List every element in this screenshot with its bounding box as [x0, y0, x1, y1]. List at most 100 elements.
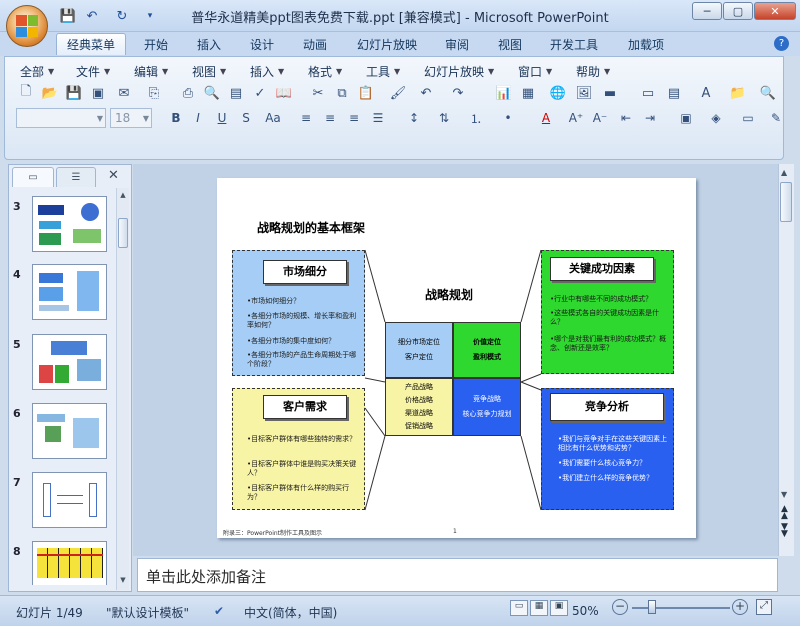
menu-format[interactable]: 格式 ▼ — [308, 63, 342, 80]
slide-thumbnail-6[interactable] — [32, 403, 107, 459]
normal-view-icon[interactable]: ▭ — [510, 600, 528, 616]
tab-view[interactable]: 视图 — [488, 33, 532, 55]
copy-icon[interactable]: ⧉ — [332, 82, 352, 104]
color-grayscale-icon[interactable]: ▤ — [226, 82, 246, 104]
menu-all[interactable]: 全部 ▼ — [20, 63, 54, 80]
decrease-indent-icon[interactable]: ⇤ — [616, 108, 636, 128]
zoom-out-icon[interactable]: − — [612, 599, 628, 615]
menu-slideshow[interactable]: 幻灯片放映 ▼ — [424, 63, 494, 80]
scroll-up-icon[interactable]: ▲ — [781, 168, 787, 177]
tab-insert[interactable]: 插入 — [187, 33, 231, 55]
slide-thumbnail-8[interactable] — [32, 541, 107, 585]
scroll-up-icon[interactable]: ▲ — [118, 191, 128, 201]
slides-tab[interactable]: ▭ — [12, 167, 54, 187]
cut-icon[interactable]: ✂ — [308, 82, 328, 104]
zoom-in-icon[interactable]: + — [732, 599, 748, 615]
scroll-down-icon[interactable]: ▼ — [781, 490, 787, 499]
zoom-level[interactable]: 50% — [572, 604, 599, 618]
align-left-icon[interactable]: ≡ — [296, 108, 316, 128]
text-direction-icon[interactable]: ⇅ — [434, 108, 454, 128]
format-painter-icon[interactable]: 🖌 — [388, 82, 408, 104]
save-icon[interactable]: 💾 — [58, 7, 78, 25]
slideshow-view-icon[interactable]: ▣ — [550, 600, 568, 616]
tab-classic-menu[interactable]: 经典菜单 — [56, 33, 127, 55]
textbox-icon[interactable]: A — [696, 82, 716, 104]
tab-design[interactable]: 设计 — [240, 33, 284, 55]
spelling-icon[interactable]: ✓ — [250, 82, 270, 104]
menu-view[interactable]: 视图 ▼ — [192, 63, 226, 80]
hyperlink-icon[interactable]: 🌐 — [548, 82, 568, 104]
publish-icon[interactable]: ⎘ — [144, 82, 164, 104]
design-template[interactable]: "默认设计模板" — [106, 604, 189, 621]
justify-icon[interactable]: ☰ — [368, 108, 388, 128]
chart-icon[interactable]: 📊 — [494, 82, 514, 104]
print-preview-icon[interactable]: 🔍 — [202, 82, 222, 104]
language-indicator[interactable]: 中文(简体，中国) — [244, 604, 337, 621]
redo-icon[interactable]: ↷ — [448, 82, 468, 104]
picture-icon[interactable]: 🖼 — [574, 82, 594, 104]
design-icon[interactable]: ▣ — [676, 108, 696, 128]
permission-icon[interactable]: ▣ — [88, 82, 108, 104]
align-right-icon[interactable]: ≡ — [344, 108, 364, 128]
slide-canvas[interactable]: 战略规划的基本框架 战略规划 市场细分 •市场如何细分？ •各细分市场的规模、增… — [217, 178, 696, 538]
email-icon[interactable]: ✉ — [114, 82, 134, 104]
tab-review[interactable]: 审阅 — [435, 33, 479, 55]
underline-button[interactable]: U — [212, 108, 232, 128]
menu-edit[interactable]: 编辑 ▼ — [134, 63, 168, 80]
redo-icon[interactable]: ↻ — [112, 7, 132, 25]
new-slide-icon[interactable]: ▭ — [638, 82, 658, 104]
slide-thumbnail-3[interactable] — [32, 196, 107, 252]
save-icon[interactable]: 💾 — [64, 82, 84, 104]
office-button[interactable] — [6, 5, 48, 47]
shapes-icon[interactable]: ◈ — [706, 108, 726, 128]
menu-insert[interactable]: 插入 ▼ — [250, 63, 284, 80]
shape-fill-icon[interactable]: ▭ — [738, 108, 758, 128]
slide-thumbnail-7[interactable] — [32, 472, 107, 528]
folder-icon[interactable]: 📁 — [728, 82, 748, 104]
tab-developer[interactable]: 开发工具 — [540, 33, 608, 55]
outline-tab[interactable]: ☰ — [56, 167, 96, 187]
table-icon[interactable]: ▦ — [518, 82, 538, 104]
close-pane-icon[interactable]: ✕ — [108, 168, 119, 183]
menu-window[interactable]: 窗口 ▼ — [518, 63, 552, 80]
tab-addins[interactable]: 加载项 — [618, 33, 674, 55]
open-icon[interactable]: 📂 — [40, 82, 60, 104]
undo-icon[interactable]: ↶ — [82, 7, 102, 25]
increase-indent-icon[interactable]: ⇥ — [640, 108, 660, 128]
shape-outline-icon[interactable]: ✎ — [766, 108, 786, 128]
shadow-button[interactable]: S — [236, 108, 256, 128]
minimize-button[interactable]: ─ — [692, 2, 722, 20]
notes-pane[interactable]: 单击此处添加备注 — [137, 558, 778, 592]
scroll-thumb[interactable] — [780, 182, 792, 222]
slide-sorter-icon[interactable]: ▦ — [530, 600, 548, 616]
zoom-icon[interactable]: 🔍 — [758, 82, 778, 104]
next-slide-icon[interactable]: ▼ ▼ — [781, 523, 788, 539]
scroll-thumb[interactable] — [118, 218, 128, 248]
vertical-scrollbar[interactable]: ▲ ▼ ▲ ▲ ▼ ▼ — [778, 164, 794, 556]
zoom-slider[interactable] — [632, 607, 730, 609]
slide-thumbnail-4[interactable] — [32, 264, 107, 320]
tab-home[interactable]: 开始 — [134, 33, 178, 55]
thumbnail-scrollbar[interactable]: ▲ ▼ — [116, 188, 129, 590]
menu-tools[interactable]: 工具 ▼ — [366, 63, 400, 80]
fit-to-window-icon[interactable]: ⤢ — [756, 599, 772, 615]
research-icon[interactable]: 📖 — [274, 82, 294, 104]
zoom-slider-thumb[interactable] — [648, 600, 656, 614]
slide-thumbnail-5[interactable] — [32, 334, 107, 390]
shrink-font-icon[interactable]: A⁻ — [590, 108, 610, 128]
undo-icon[interactable]: ↶ — [416, 82, 436, 104]
spell-check-icon[interactable]: ✔ — [214, 604, 224, 618]
print-icon[interactable]: ⎙ — [178, 82, 198, 104]
previous-slide-icon[interactable]: ▲ ▲ — [781, 505, 788, 521]
help-icon[interactable]: ? — [774, 36, 789, 51]
close-button[interactable]: ✕ — [754, 2, 796, 20]
bullets-icon[interactable]: • — [498, 108, 518, 128]
font-name-combo[interactable]: ▼ — [16, 108, 106, 128]
font-color-icon[interactable]: A — [536, 108, 556, 128]
new-icon[interactable]: 🗋 — [16, 82, 36, 104]
menu-help[interactable]: 帮助 ▼ — [576, 63, 610, 80]
scroll-down-icon[interactable]: ▼ — [118, 576, 128, 586]
line-spacing-icon[interactable]: ↕ — [404, 108, 424, 128]
menu-file[interactable]: 文件 ▼ — [76, 63, 110, 80]
tab-animation[interactable]: 动画 — [293, 33, 337, 55]
